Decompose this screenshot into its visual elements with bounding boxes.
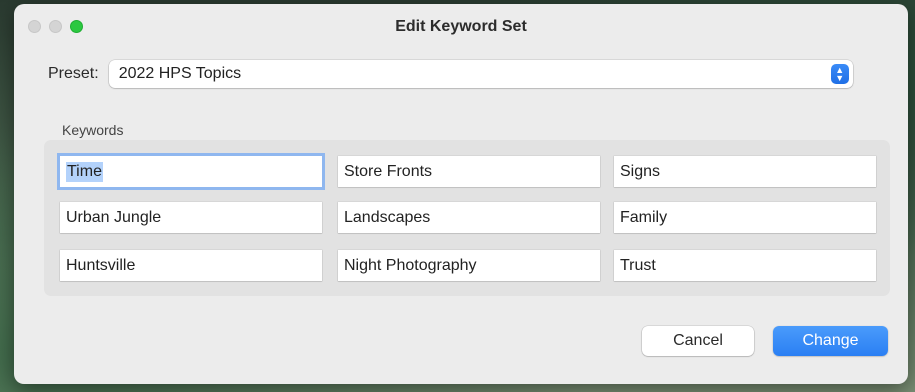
keyword-field[interactable]: Signs [614,156,876,187]
change-button[interactable]: Change [773,326,888,356]
dialog-title: Edit Keyword Set [395,18,527,35]
close-window-button[interactable] [28,20,41,33]
edit-keyword-set-dialog: Edit Keyword Set Preset: 2022 HPS Topics… [14,4,908,384]
keywords-section-label: Keywords [62,122,124,138]
preset-dropdown[interactable]: 2022 HPS Topics ▲ ▼ [108,60,853,88]
keyword-field[interactable]: Huntsville [60,250,322,281]
minimize-window-button[interactable] [49,20,62,33]
preset-label: Preset: [48,65,99,82]
keyword-field[interactable]: Night Photography [338,250,600,281]
keywords-group: Time Store Fronts Signs Urban Jungle Lan… [44,140,890,296]
window-controls [28,20,83,33]
keyword-field[interactable]: Urban Jungle [60,202,322,233]
keyword-field[interactable]: Store Fronts [338,156,600,187]
cancel-button[interactable]: Cancel [642,326,754,356]
maximize-window-button[interactable] [70,20,83,33]
title-bar: Edit Keyword Set [14,4,908,50]
keyword-field[interactable]: Trust [614,250,876,281]
keyword-field[interactable]: Landscapes [338,202,600,233]
preset-value: 2022 HPS Topics [118,65,242,82]
keyword-field[interactable]: Family [614,202,876,233]
preset-row: Preset: 2022 HPS Topics ▲ ▼ [48,60,853,88]
up-down-stepper-icon: ▲ ▼ [830,64,849,84]
keyword-field[interactable]: Time [60,156,322,187]
